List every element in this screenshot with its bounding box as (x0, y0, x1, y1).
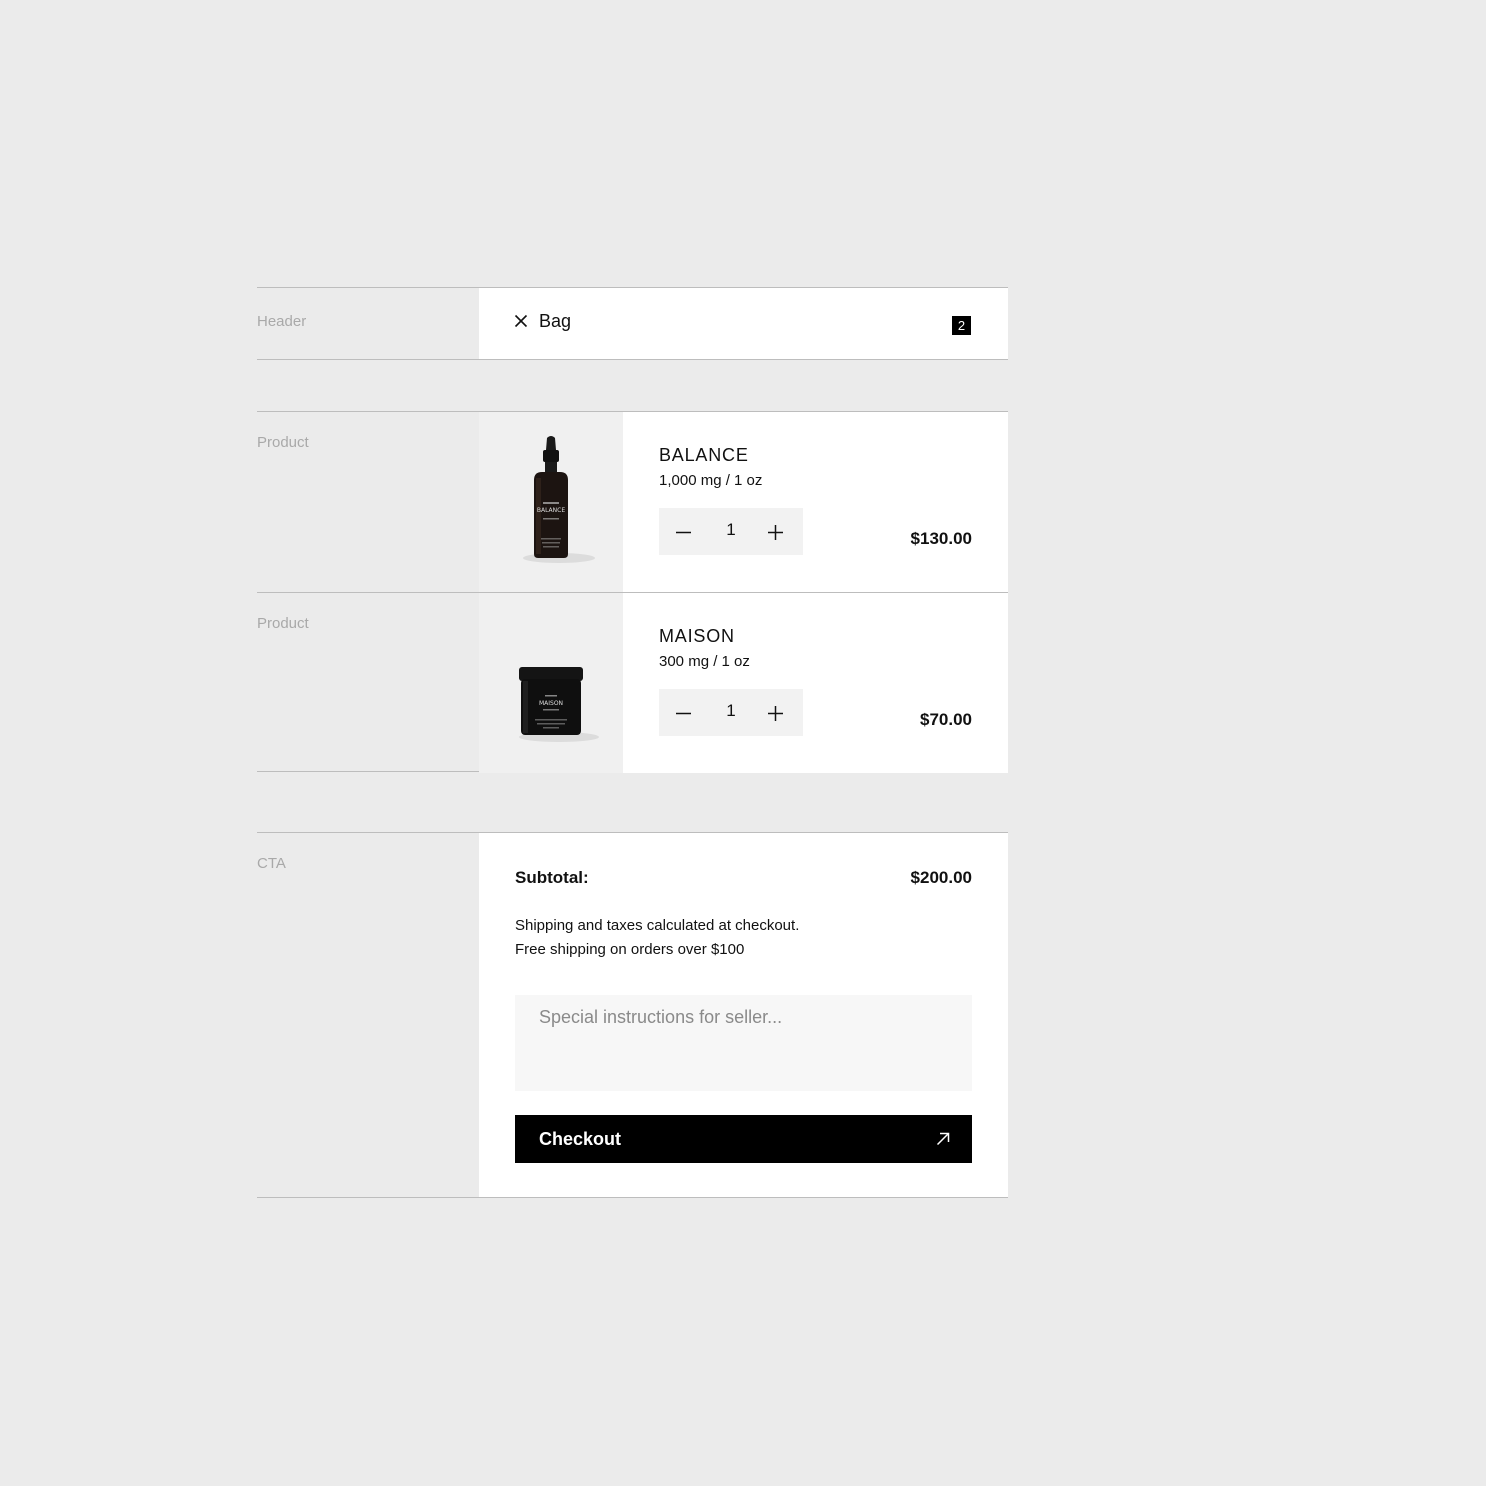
section-label-header: Header (257, 313, 307, 330)
quantity-value[interactable]: 1 (707, 520, 755, 540)
cta-panel: Subtotal: $200.00 Shipping and taxes cal… (479, 833, 1008, 1197)
product-name: MAISON (659, 626, 735, 646)
subtotal-label: Subtotal: (515, 868, 589, 887)
free-shipping-note: Free shipping on orders over $100 (515, 941, 745, 958)
bag-count-badge: 2 (952, 316, 971, 335)
close-icon[interactable] (514, 314, 528, 328)
cart-item: Product MAISON MAISON 300 mg / 1 oz 1 $7… (257, 592, 1008, 773)
dropper-bottle-image: BALANCE (523, 436, 595, 563)
cart-item: Product BALANCE BALANCE 1,000 mg / 1 oz … (257, 412, 1008, 592)
section-label-product: Product (257, 434, 309, 451)
products-row: Product BALANCE BALANCE 1,000 mg / 1 oz … (257, 411, 1008, 773)
section-label-product: Product (257, 615, 309, 632)
bottle-label-text: BALANCE (537, 507, 565, 514)
header-panel: Bag 2 (479, 288, 1008, 359)
shipping-note: Shipping and taxes calculated at checkou… (515, 917, 800, 934)
product-panel: BALANCE BALANCE 1,000 mg / 1 oz 1 $130.0… (479, 412, 1008, 592)
product-variant: 1,000 mg / 1 oz (659, 472, 763, 489)
plus-icon[interactable] (755, 508, 803, 555)
checkout-label: Checkout (539, 1129, 622, 1149)
quantity-value[interactable]: 1 (707, 701, 755, 721)
product-variant: 300 mg / 1 oz (659, 653, 750, 670)
minus-icon[interactable] (659, 689, 707, 736)
quantity-stepper[interactable]: 1 (659, 689, 803, 736)
subtotal-value: $200.00 (910, 868, 972, 887)
product-image: MAISON (479, 593, 623, 773)
checkout-button[interactable]: Checkout (515, 1115, 972, 1163)
product-panel: MAISON MAISON 300 mg / 1 oz 1 $70.00 (479, 593, 1008, 773)
product-image: BALANCE (479, 412, 623, 592)
arrow-up-right-icon (936, 1132, 950, 1146)
quantity-stepper[interactable]: 1 (659, 508, 803, 555)
product-price: $130.00 (910, 529, 972, 548)
jar-label-text: MAISON (539, 700, 563, 707)
product-price: $70.00 (920, 710, 972, 729)
cta-row: CTA Subtotal: $200.00 Shipping and taxes… (257, 832, 1008, 1198)
product-name: BALANCE (659, 445, 749, 465)
jar-image: MAISON (519, 667, 599, 742)
plus-icon[interactable] (755, 689, 803, 736)
minus-icon[interactable] (659, 508, 707, 555)
special-instructions-field[interactable] (515, 995, 972, 1091)
section-label-cta: CTA (257, 855, 286, 872)
bag-title: Bag (539, 311, 572, 331)
header-row: Header Bag 2 (257, 287, 1008, 360)
